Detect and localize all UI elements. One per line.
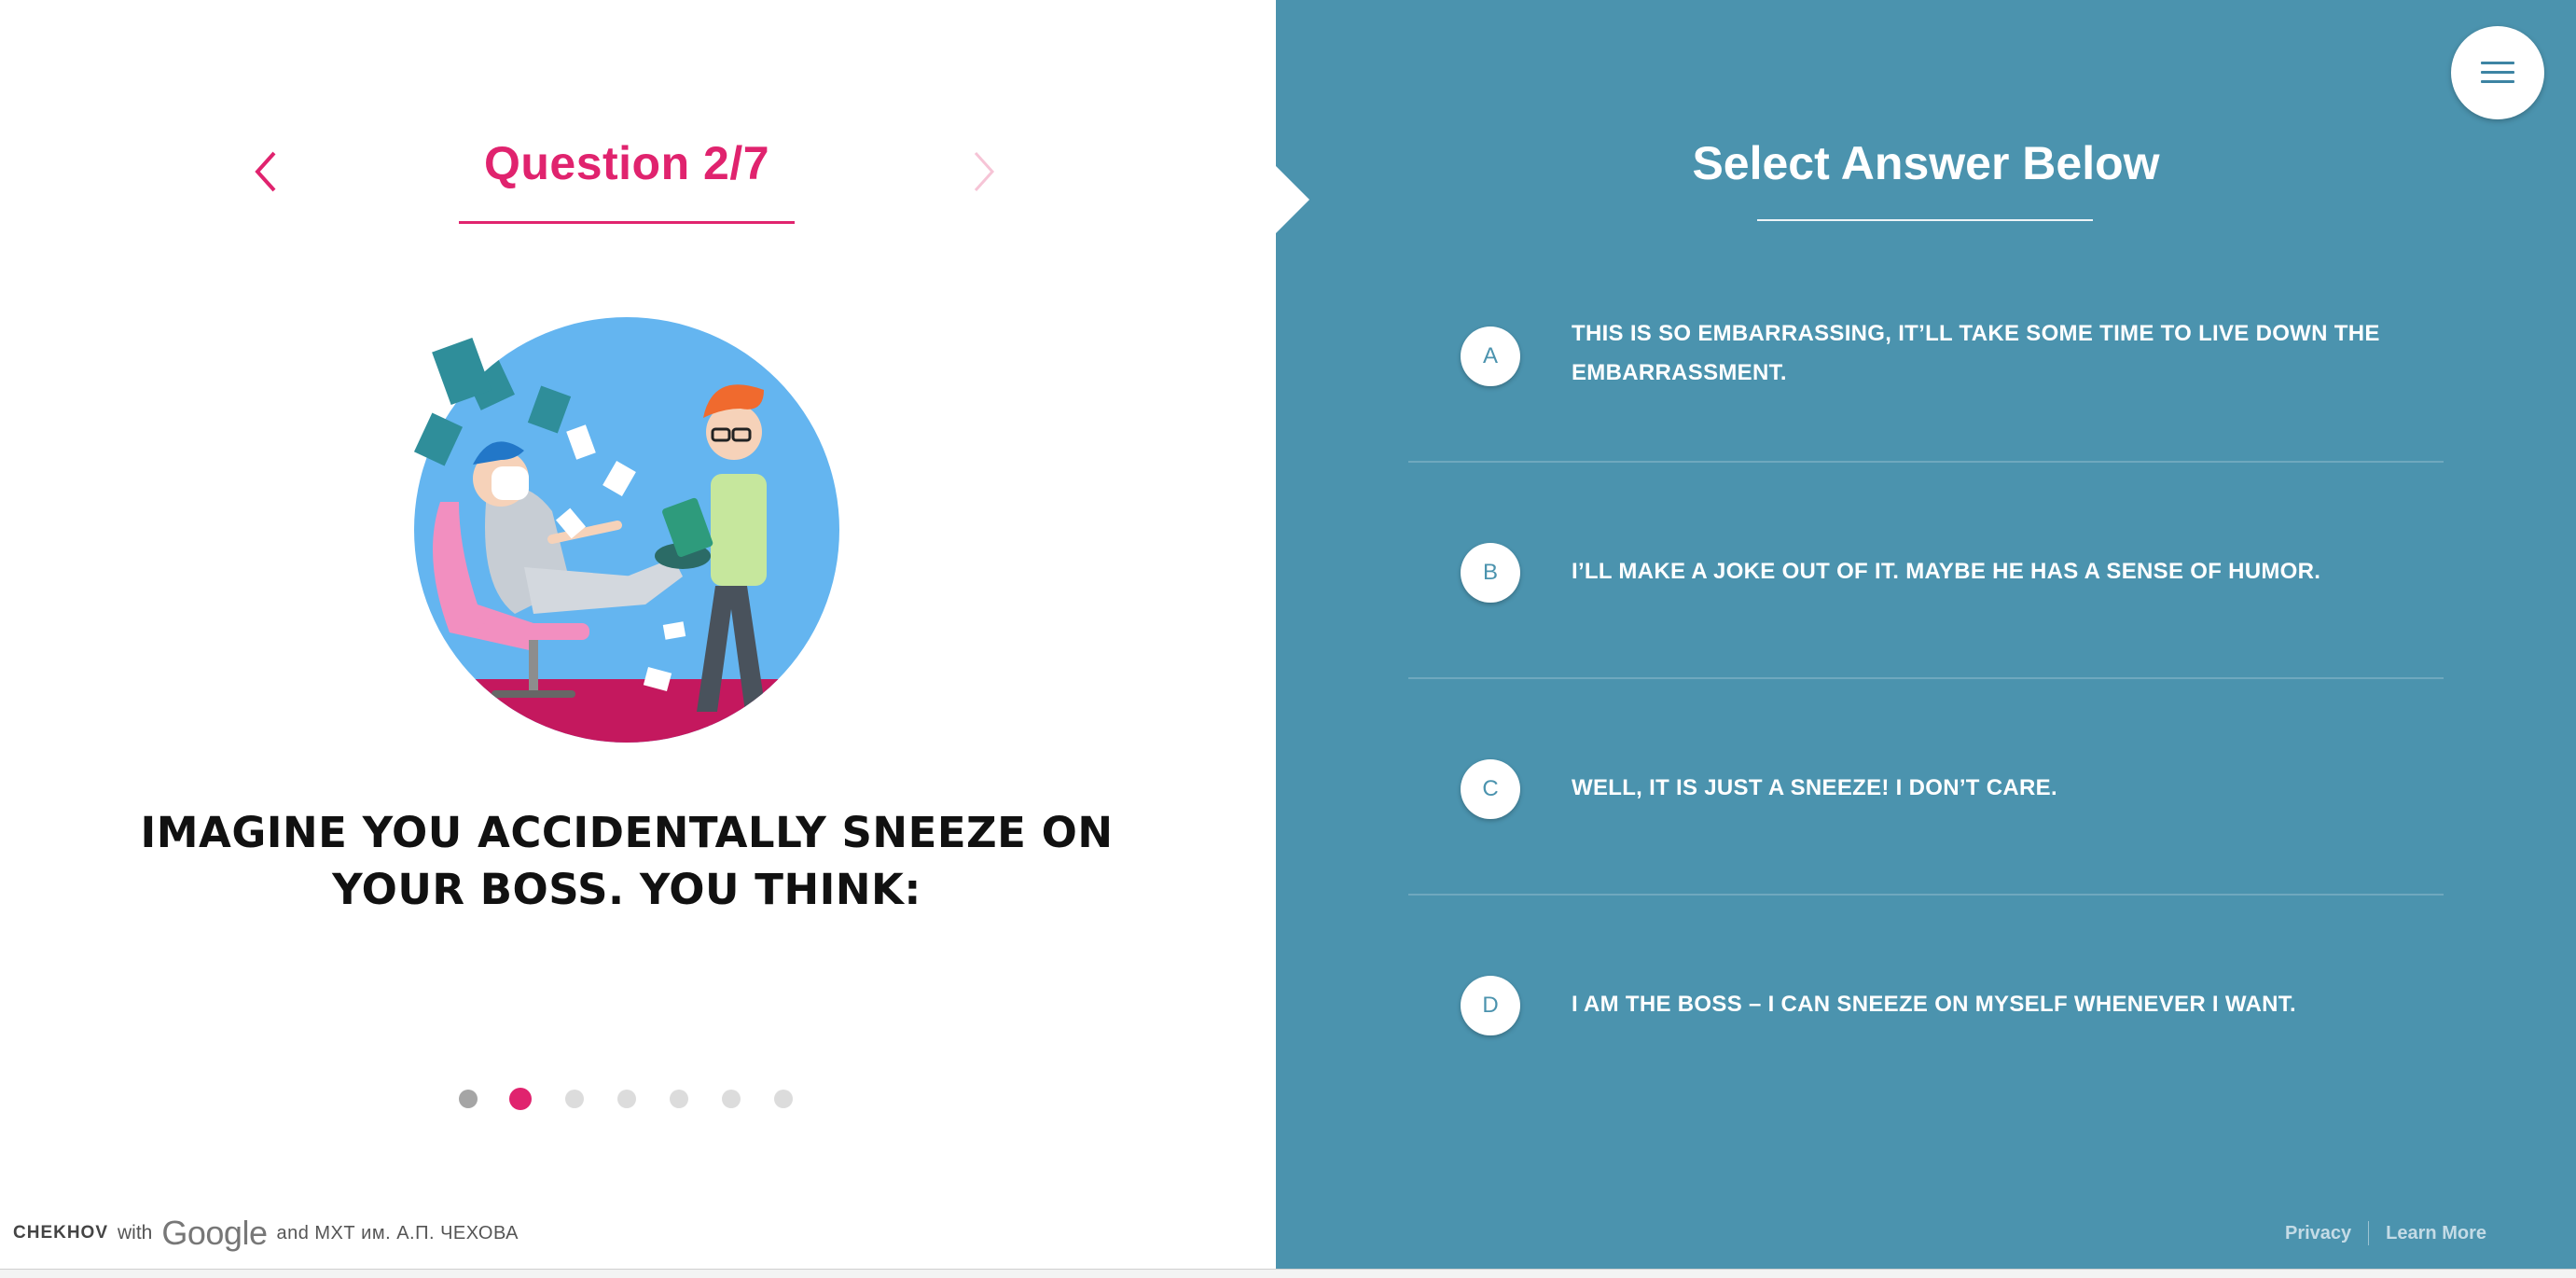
- answer-panel-title: Select Answer Below: [1692, 137, 2160, 189]
- answer-letter-badge: A: [1461, 326, 1520, 386]
- progress-dots: [459, 1088, 813, 1110]
- footer-divider: [2368, 1221, 2370, 1245]
- progress-dot[interactable]: [722, 1090, 741, 1108]
- answer-option-b[interactable]: B I’LL MAKE A JOKE OUT OF IT. MAYBE HE H…: [1408, 463, 2444, 679]
- progress-dot-current[interactable]: [509, 1088, 532, 1110]
- panel-pointer: [1276, 166, 1309, 233]
- devtools-strip: [0, 1269, 2576, 1278]
- question-number-title: Question 2/7: [483, 137, 770, 189]
- footer-links: Privacy Learn More: [2285, 1215, 2486, 1252]
- answer-option-a[interactable]: A THIS IS SO EMBARRASSING, IT’LL TAKE SO…: [1408, 246, 2444, 463]
- google-logo[interactable]: Google: [161, 1214, 268, 1253]
- next-question-button[interactable]: [961, 146, 1005, 198]
- answer-title-underline: [1757, 219, 2093, 221]
- question-illustration: [413, 317, 839, 743]
- progress-dot[interactable]: [774, 1090, 793, 1108]
- question-text: IMAGINE YOU ACCIDENTALLY SNEEZE ON YOUR …: [140, 808, 1114, 914]
- answer-text: I’LL MAKE A JOKE OUT OF IT. MAYBE HE HAS…: [1572, 559, 2321, 584]
- progress-dot[interactable]: [565, 1090, 584, 1108]
- answer-letter-badge: D: [1461, 976, 1520, 1035]
- progress-dot[interactable]: [459, 1090, 478, 1108]
- progress-dot[interactable]: [617, 1090, 636, 1108]
- credit-with: with: [118, 1222, 153, 1243]
- title-underline: [459, 221, 795, 224]
- progress-dot[interactable]: [670, 1090, 688, 1108]
- partner-credit: and МХТ им. А.П. ЧЕХОВА: [276, 1222, 519, 1243]
- previous-question-button[interactable]: [244, 146, 289, 198]
- answer-option-d[interactable]: D I AM THE BOSS – I CAN SNEEZE ON MYSELF…: [1408, 896, 2444, 1112]
- menu-button[interactable]: [2451, 26, 2544, 119]
- chevron-right-icon: [974, 151, 995, 192]
- answer-text: WELL, IT IS JUST A SNEEZE! I DON’T CARE.: [1572, 775, 2057, 800]
- answer-text: I AM THE BOSS – I CAN SNEEZE ON MYSELF W…: [1572, 992, 2297, 1017]
- answer-option-c[interactable]: C WELL, IT IS JUST A SNEEZE! I DON’T CAR…: [1408, 679, 2444, 896]
- chevron-left-icon: [255, 151, 276, 192]
- learn-more-link[interactable]: Learn More: [2386, 1223, 2486, 1244]
- answer-letter-badge: C: [1461, 759, 1520, 819]
- footer-credits: CHEKHOV with Google and МХТ им. А.П. ЧЕХ…: [13, 1214, 519, 1253]
- answer-letter-badge: B: [1461, 543, 1520, 603]
- privacy-link[interactable]: Privacy: [2285, 1223, 2351, 1244]
- chekhov-logo[interactable]: CHEKHOV: [13, 1223, 108, 1243]
- answer-text: THIS IS SO EMBARRASSING, IT’LL TAKE SOME…: [1572, 321, 2380, 385]
